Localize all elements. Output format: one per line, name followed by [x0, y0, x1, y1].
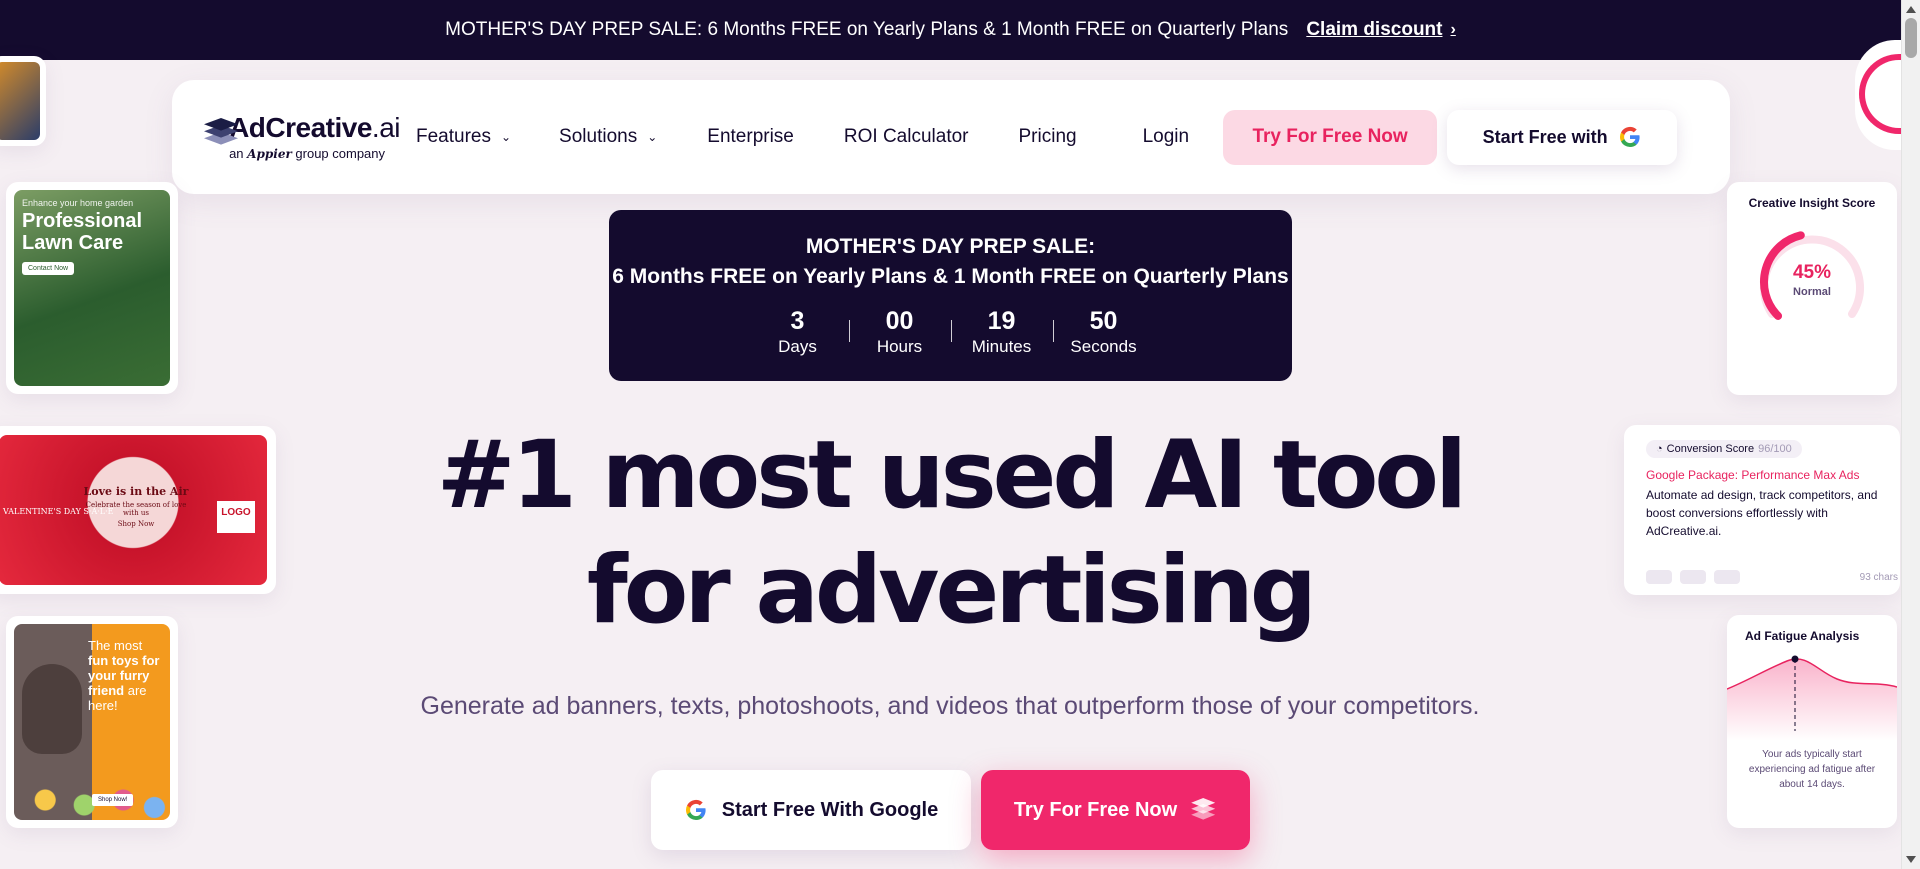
ad-example-valentine: VALENTINE'S DAY S·A·L·E Love is in the A…	[0, 426, 276, 594]
nav-item-pricing[interactable]: Pricing	[1019, 126, 1077, 148]
try-for-free-button[interactable]: Try For Free Now	[1223, 109, 1438, 165]
start-free-google-label: Start Free with	[1482, 126, 1608, 147]
conversion-score-badge: ◔ Conversion Score 96/100	[1646, 440, 1802, 458]
start-free-with-google-label: Start Free With Google	[721, 798, 939, 821]
start-free-google-button[interactable]: Start Free with	[1447, 109, 1678, 165]
announcement-bar: MOTHER'S DAY PREP SALE: 6 Months FREE on…	[0, 0, 1901, 60]
ad-description: Automate ad design, track competitors, a…	[1646, 488, 1878, 538]
countdown-hours: 00 Hours	[848, 306, 951, 358]
nav-item-solutions[interactable]: Solutions ⌄	[559, 126, 657, 148]
fatigue-curve	[1727, 655, 1897, 741]
logo-stack-icon	[200, 116, 238, 158]
insight-title: Creative Insight Score	[1748, 196, 1876, 210]
google-icon	[1619, 126, 1640, 148]
conversion-score-widget: ◔ Conversion Score 96/100 Google Package…	[1624, 425, 1900, 595]
start-free-with-google-button[interactable]: Start Free With Google	[651, 770, 971, 850]
ad-example-lawn-care: Enhance your home garden Professional La…	[6, 182, 178, 394]
scroll-up-arrow-icon[interactable]	[1906, 6, 1916, 13]
scroll-down-arrow-icon[interactable]	[1906, 856, 1916, 863]
char-count: 93 chars	[1859, 571, 1898, 583]
chevron-right-icon: ›	[1450, 21, 1456, 38]
countdown-minutes: 19 Minutes	[950, 306, 1053, 358]
hero-try-for-free-label: Try For Free Now	[1013, 798, 1178, 821]
sale-countdown-banner: MOTHER'S DAY PREP SALE: 6 Months FREE on…	[609, 210, 1292, 381]
countdown-timer: 3 Days 00 Hours 19 Minutes 50 Seconds	[609, 306, 1292, 358]
clock-icon: ◔	[1656, 443, 1663, 455]
logo[interactable]: AdCreative.ai an Appier group company	[200, 112, 401, 161]
sale-subtitle: 6 Months FREE on Yearly Plans & 1 Month …	[612, 265, 1289, 288]
hero-subline: Generate ad banners, texts, photoshoots,…	[420, 692, 1480, 720]
claim-discount-link[interactable]: Claim discount ›	[1306, 19, 1456, 41]
claim-discount-label: Claim discount	[1306, 19, 1443, 40]
ad-headline: Google Package: Performance Max Ads	[1646, 468, 1860, 482]
chevron-down-icon: ⌄	[647, 130, 658, 144]
scrollbar-thumb[interactable]	[1905, 18, 1917, 58]
logo-brand: AdCreative.ai	[229, 112, 400, 143]
hero-try-for-free-button[interactable]: Try For Free Now	[981, 770, 1250, 850]
ad-example-pet-toys: The most fun toys for your furry friend …	[6, 616, 178, 828]
fatigue-title: Ad Fatigue Analysis	[1745, 629, 1860, 643]
logo-subtitle: an Appier group company	[229, 146, 386, 161]
chevron-down-icon: ⌄	[500, 130, 512, 144]
main-navigation: AdCreative.ai an Appier group company Fe…	[172, 80, 1730, 194]
ad-fatigue-widget: Ad Fatigue Analysis Your ads typically s…	[1727, 615, 1897, 828]
google-icon	[685, 799, 706, 820]
fatigue-description: Your ads typically start experiencing ad…	[1748, 749, 1876, 790]
score-gauge: 45% Normal	[1752, 224, 1872, 334]
creative-insight-score-widget: Creative Insight Score 45% Normal	[1727, 182, 1897, 395]
sale-title: MOTHER'S DAY PREP SALE:	[805, 235, 1096, 258]
nav-item-login[interactable]: Login	[1143, 126, 1190, 148]
countdown-days: 3 Days	[778, 307, 817, 356]
page-scrollbar[interactable]	[1901, 0, 1920, 869]
ad-example-card	[0, 56, 46, 146]
stack-icon	[1189, 796, 1217, 824]
nav-item-roi-calculator[interactable]: ROI Calculator	[844, 126, 969, 148]
nav-item-enterprise[interactable]: Enterprise	[707, 126, 794, 148]
hero-headline: #1 most used AI tool for advertising	[436, 421, 1467, 645]
announcement-text: MOTHER'S DAY PREP SALE: 6 Months FREE on…	[445, 19, 1289, 40]
countdown-seconds: 50 Seconds	[1052, 306, 1155, 358]
nav-item-features[interactable]: Features ⌄	[416, 126, 511, 148]
